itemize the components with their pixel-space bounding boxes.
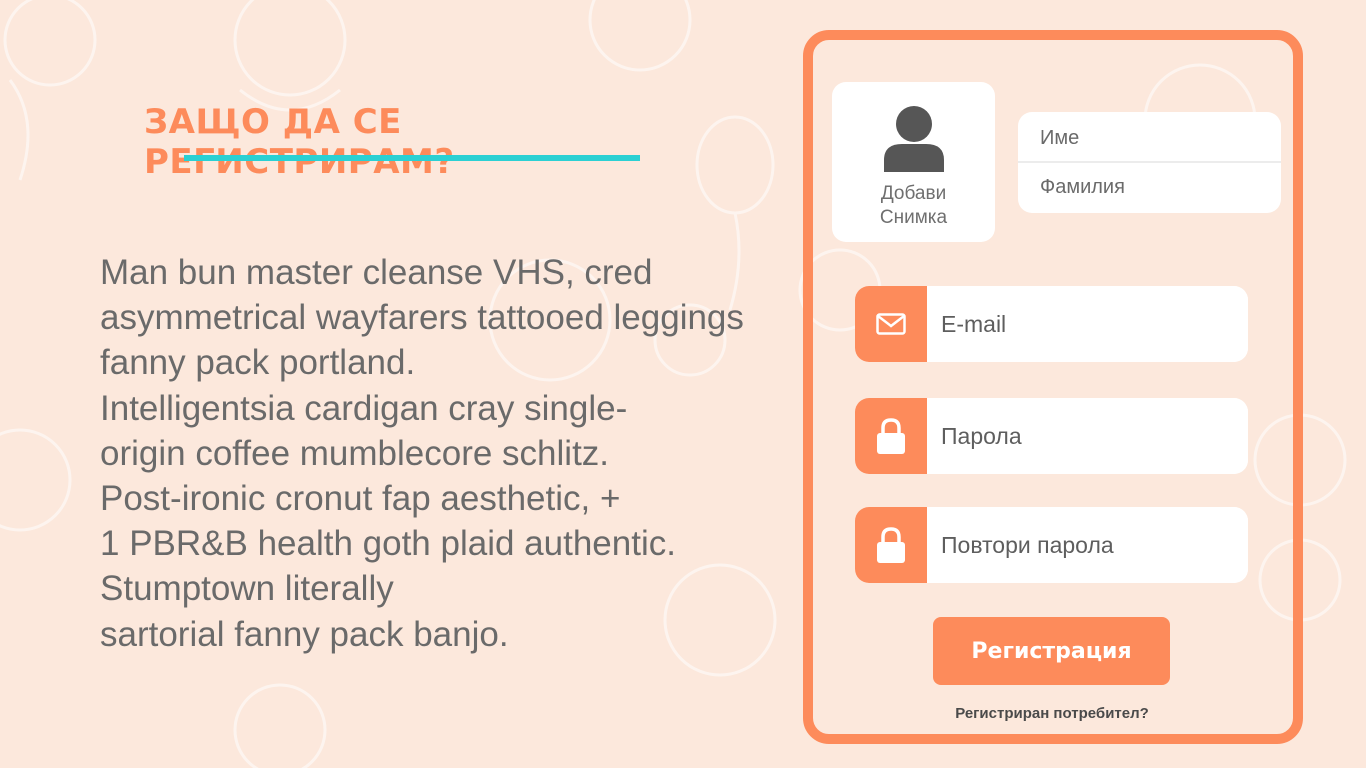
add-photo-label-line1: Добави	[880, 183, 947, 204]
first-name-input[interactable]	[1018, 114, 1281, 163]
last-name-input[interactable]	[1018, 163, 1281, 212]
info-line: Stumptown literally	[100, 569, 394, 609]
password-input[interactable]	[927, 398, 1248, 474]
info-line: 1 PBR&B health goth plaid authentic.	[100, 524, 676, 564]
email-input[interactable]	[927, 286, 1248, 362]
password-field	[855, 398, 1248, 474]
envelope-icon	[876, 313, 906, 335]
heading-underline	[184, 155, 640, 161]
info-line: origin coffee mumblecore schlitz.	[100, 433, 610, 473]
info-paragraph: Man bun master cleanse VHS, cred asymmet…	[100, 250, 780, 657]
page-heading: ЗАЩО ДА СЕ РЕГИСТРИРАМ?	[144, 102, 455, 182]
repeat-password-icon-box	[855, 507, 927, 583]
email-icon-box	[855, 286, 927, 362]
info-line: sartorial fanny pack banjo.	[100, 614, 509, 654]
repeat-password-field	[855, 507, 1248, 583]
repeat-password-input[interactable]	[927, 507, 1248, 583]
add-photo-label-line2: Снимка	[879, 207, 948, 228]
add-photo-button[interactable]: Добави Снимка	[832, 82, 995, 242]
register-button[interactable]: Регистрация	[933, 617, 1170, 685]
lock-icon	[877, 527, 905, 563]
info-line: Man bun master cleanse VHS, cred	[100, 253, 653, 292]
name-fields	[1018, 112, 1281, 213]
info-line: Post-ironic cronut fap aesthetic, +	[100, 479, 621, 519]
info-line: Intelligentsia cardigan cray single-	[100, 388, 628, 428]
user-silhouette-icon	[884, 106, 944, 172]
lock-icon	[877, 418, 905, 454]
add-photo-label: Добави Снимка	[832, 182, 995, 230]
registered-user-link[interactable]: Регистриран потребител?	[900, 705, 1204, 722]
email-field	[855, 286, 1248, 362]
password-icon-box	[855, 398, 927, 474]
info-line: fanny pack portland.	[100, 343, 416, 383]
info-line: asymmetrical wayfarers tattooed leggings	[100, 298, 744, 338]
